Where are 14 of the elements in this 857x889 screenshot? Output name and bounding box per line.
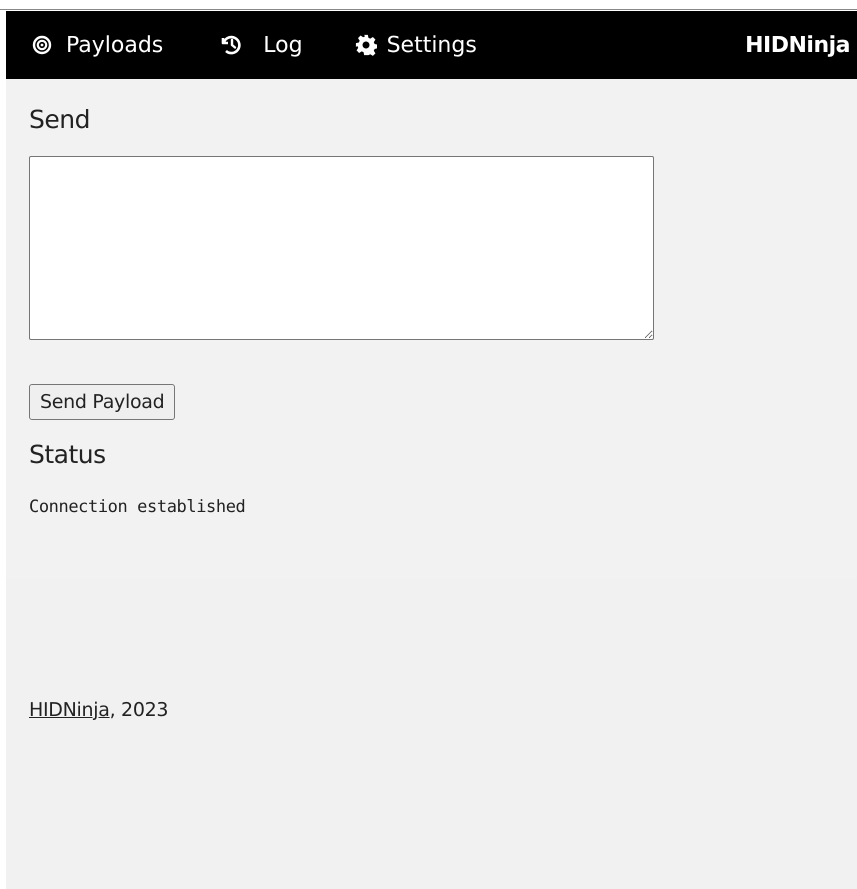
- payload-field[interactable]: [29, 156, 654, 340]
- footer-text: HIDNinja, 2023: [29, 699, 170, 721]
- status-message: Connection established: [29, 497, 246, 517]
- nav-link[interactable]: Settings: [354, 32, 477, 58]
- settings-icon: [354, 34, 377, 56]
- section-heading: Status: [29, 440, 107, 469]
- nav-link[interactable]: Payloads: [32, 32, 164, 58]
- brand-name: HIDNinja: [745, 32, 850, 58]
- send-payload-button[interactable]: Send Payload: [29, 384, 176, 420]
- history-icon: [219, 34, 244, 56]
- footer-link[interactable]: HIDNinja: [29, 699, 110, 721]
- target-icon: [32, 35, 52, 55]
- nav-link[interactable]: Log: [219, 32, 303, 58]
- section-heading: Send: [29, 105, 91, 134]
